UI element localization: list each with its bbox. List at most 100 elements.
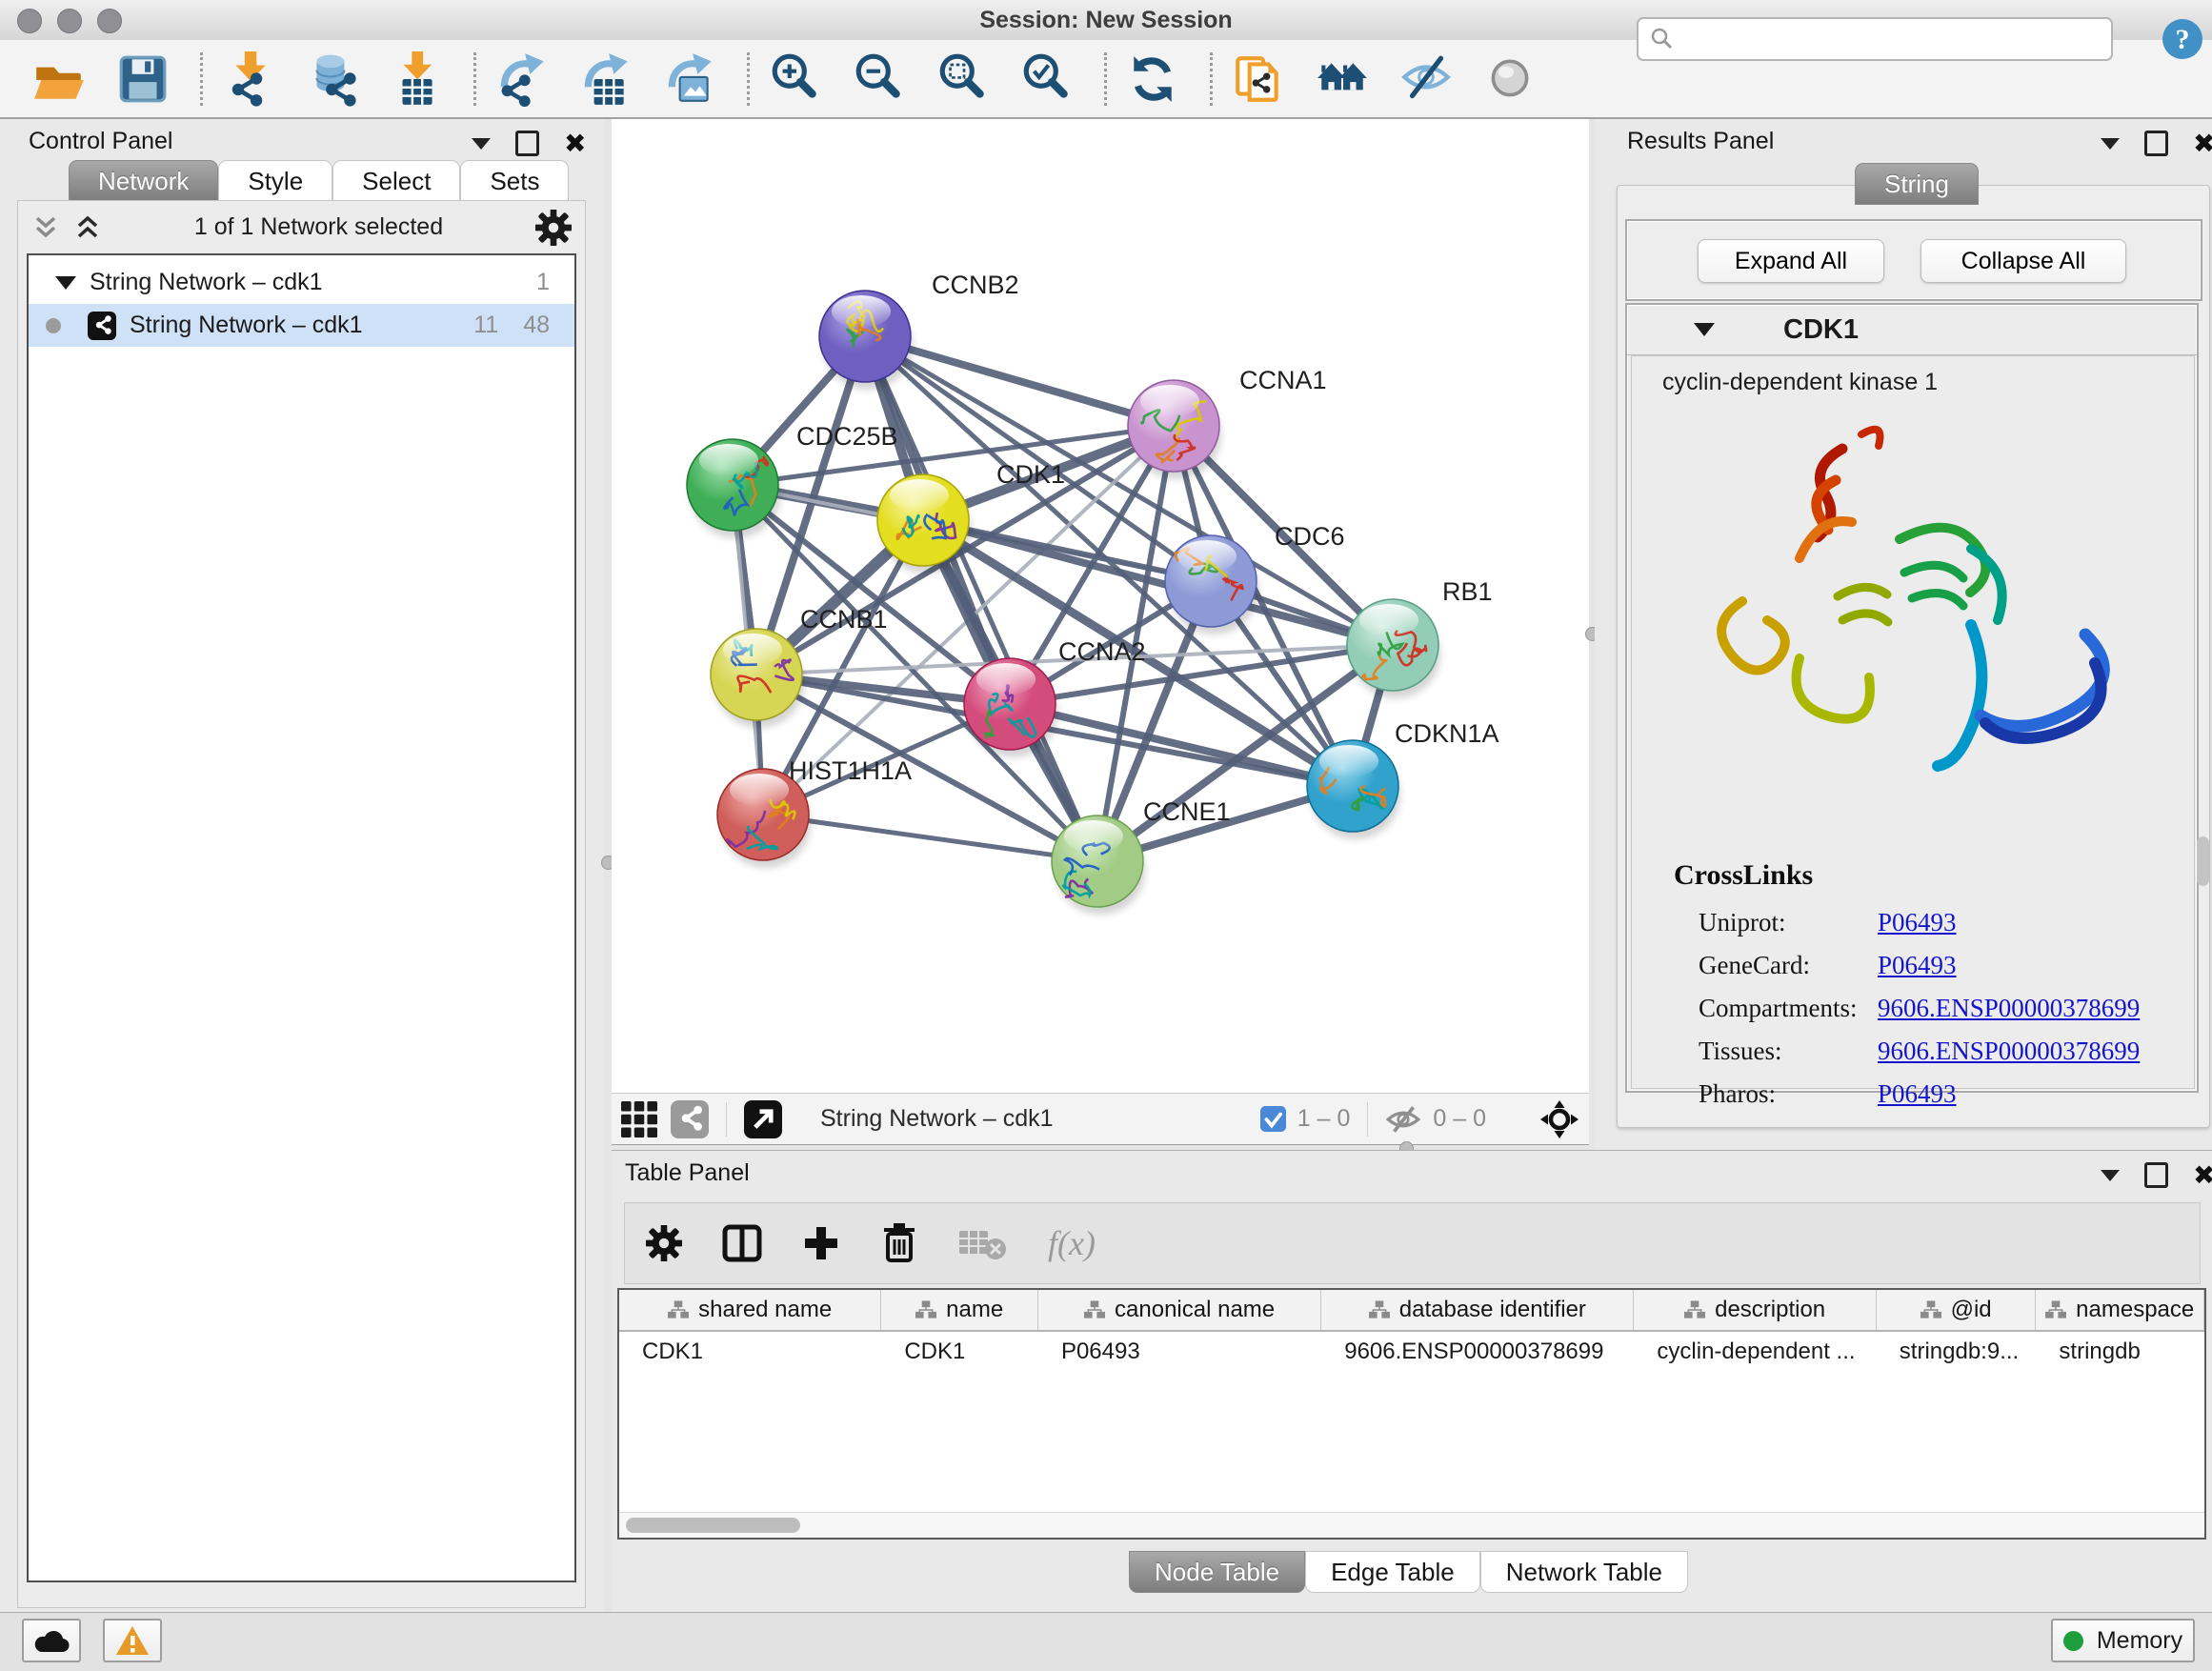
- selected-checkbox-icon[interactable]: [1260, 1106, 1286, 1132]
- memory-button[interactable]: Memory: [2051, 1619, 2195, 1662]
- column-header-namespace[interactable]: namespace: [2036, 1290, 2204, 1330]
- table-cell: stringdb:9...: [1877, 1339, 2037, 1365]
- collection-expander-icon[interactable]: [55, 276, 76, 290]
- save-session-icon[interactable]: [112, 49, 173, 110]
- results-panel-float-icon[interactable]: [2144, 131, 2168, 156]
- tab-string[interactable]: String: [1855, 163, 1979, 205]
- network-collection-row[interactable]: String Network – cdk1 1: [29, 261, 574, 304]
- selected-counts: 1 – 0: [1297, 1105, 1351, 1133]
- detach-view-icon[interactable]: [744, 1100, 782, 1138]
- tab-node-table[interactable]: Node Table: [1129, 1551, 1305, 1593]
- zoom-selected-icon[interactable]: [1016, 49, 1077, 110]
- table-row[interactable]: CDK1CDK1P064939606.ENSP00000378699cyclin…: [619, 1332, 2204, 1372]
- table-toolbar: f(x): [624, 1202, 2201, 1284]
- network-row[interactable]: String Network – cdk1 11 48: [29, 304, 574, 347]
- table-panel-menu-icon[interactable]: [2101, 1170, 2120, 1181]
- tab-network[interactable]: Network: [69, 160, 218, 202]
- gene-collapse-icon[interactable]: [1694, 323, 1715, 336]
- table-settings-gear-icon[interactable]: [646, 1225, 682, 1261]
- crosslink-link[interactable]: P06493: [1878, 1079, 1957, 1109]
- zoom-fit-icon[interactable]: [933, 49, 994, 110]
- table-hscrollbar[interactable]: [619, 1512, 2204, 1538]
- control-panel-float-icon[interactable]: [515, 131, 539, 156]
- add-column-icon[interactable]: [802, 1224, 840, 1262]
- network-options-gear-icon[interactable]: [535, 210, 572, 246]
- birds-eye-toggle-icon[interactable]: [1539, 1099, 1579, 1139]
- toolbar-separator: [473, 52, 476, 106]
- hidden-counts: 0 – 0: [1433, 1105, 1486, 1133]
- results-panel-close-icon[interactable]: ✖: [2193, 134, 2212, 153]
- results-scrollbar-thumb[interactable]: [2197, 836, 2209, 886]
- crosslink-link[interactable]: P06493: [1878, 908, 1957, 937]
- import-database-icon[interactable]: [302, 49, 363, 110]
- node-label-CCNB2: CCNB2: [932, 271, 1019, 299]
- column-header-id[interactable]: @id: [1877, 1290, 2037, 1330]
- toolbar-separator: [1104, 52, 1107, 106]
- column-header-canonical-name[interactable]: canonical name: [1038, 1290, 1321, 1330]
- tab-sets[interactable]: Sets: [460, 160, 569, 202]
- node-label-CCNA1: CCNA1: [1239, 366, 1327, 394]
- expand-all-networks-icon[interactable]: [73, 215, 102, 240]
- search-field[interactable]: [1637, 17, 2113, 61]
- function-builder-icon: f(x): [1048, 1223, 1096, 1263]
- control-panel-close-icon[interactable]: ✖: [564, 134, 586, 153]
- hide-selected-icon[interactable]: [1396, 49, 1457, 110]
- help-button[interactable]: ?: [2161, 17, 2204, 61]
- warning-button[interactable]: [103, 1619, 162, 1662]
- delete-column-trash-icon[interactable]: [880, 1222, 918, 1264]
- network-canvas[interactable]: CCNB2CCNA1CDC25BCDK1CDC6RB1CCNB1CCNA2CDK…: [612, 119, 1589, 1093]
- warning-icon: [114, 1624, 151, 1657]
- export-network-icon[interactable]: [492, 49, 553, 110]
- table-panel-float-icon[interactable]: [2144, 1162, 2168, 1188]
- toolbar-separator: [747, 52, 750, 106]
- collapse-all-button[interactable]: Collapse All: [1920, 239, 2126, 283]
- show-columns-icon[interactable]: [722, 1224, 762, 1262]
- cloud-button[interactable]: [22, 1619, 81, 1662]
- node-label-HIST1H1A: HIST1H1A: [789, 756, 912, 785]
- results-panel-title: Results Panel: [1627, 128, 1774, 155]
- node-table[interactable]: shared namenamecanonical namedatabase id…: [617, 1288, 2206, 1540]
- column-header-name[interactable]: name: [881, 1290, 1038, 1330]
- crosslink-link[interactable]: 9606.ENSP00000378699: [1878, 994, 2140, 1023]
- table-panel-close-icon[interactable]: ✖: [2193, 1166, 2212, 1185]
- results-actions-box: Expand All Collapse All: [1625, 219, 2202, 301]
- import-network-icon[interactable]: [218, 49, 279, 110]
- column-header-shared-name[interactable]: shared name: [619, 1290, 881, 1330]
- tab-network-table[interactable]: Network Table: [1480, 1551, 1688, 1593]
- zoom-in-icon[interactable]: [765, 49, 826, 110]
- refresh-icon[interactable]: [1122, 49, 1183, 110]
- network-view-title: String Network – cdk1: [820, 1105, 1260, 1133]
- network-manager: 1 of 1 Network selected String Network –…: [17, 200, 586, 1608]
- share-document-icon[interactable]: [1228, 49, 1289, 110]
- import-table-icon[interactable]: [386, 49, 447, 110]
- network-selection-status: 1 of 1 Network selected: [102, 213, 535, 241]
- tab-edge-table[interactable]: Edge Table: [1305, 1551, 1480, 1593]
- crosslink-label: Compartments:: [1699, 994, 1878, 1023]
- crosslink-link[interactable]: P06493: [1878, 951, 1957, 980]
- homes-icon[interactable]: [1312, 49, 1373, 110]
- export-table-icon[interactable]: [575, 49, 636, 110]
- table-cell: P06493: [1038, 1339, 1321, 1365]
- collapse-all-networks-icon[interactable]: [31, 215, 60, 240]
- column-header-description[interactable]: description: [1634, 1290, 1876, 1330]
- network-view-share-icon[interactable]: [671, 1100, 709, 1138]
- search-input[interactable]: [1684, 25, 2100, 53]
- crosslink-link[interactable]: 9606.ENSP00000378699: [1878, 1037, 2140, 1066]
- grid-view-icon[interactable]: [621, 1101, 657, 1137]
- table-hscrollbar-thumb[interactable]: [626, 1518, 800, 1533]
- show-all-icon[interactable]: [1479, 49, 1540, 110]
- gene-header[interactable]: CDK1: [1627, 305, 2197, 355]
- export-image-icon[interactable]: [659, 49, 720, 110]
- zoom-out-icon[interactable]: [849, 49, 910, 110]
- table-panel-title: Table Panel: [625, 1159, 750, 1187]
- results-panel-menu-icon[interactable]: [2101, 138, 2120, 150]
- tab-select[interactable]: Select: [332, 160, 460, 202]
- node-label-CDC25B: CDC25B: [796, 422, 898, 451]
- network-share-icon: [88, 312, 116, 340]
- crosslinks-title: CrossLinks: [1674, 859, 1813, 892]
- column-header-database-identifier[interactable]: database identifier: [1321, 1290, 1634, 1330]
- expand-all-button[interactable]: Expand All: [1698, 239, 1884, 283]
- tab-style[interactable]: Style: [218, 160, 332, 202]
- control-panel-menu-icon[interactable]: [472, 138, 491, 150]
- open-file-icon[interactable]: [29, 49, 90, 110]
